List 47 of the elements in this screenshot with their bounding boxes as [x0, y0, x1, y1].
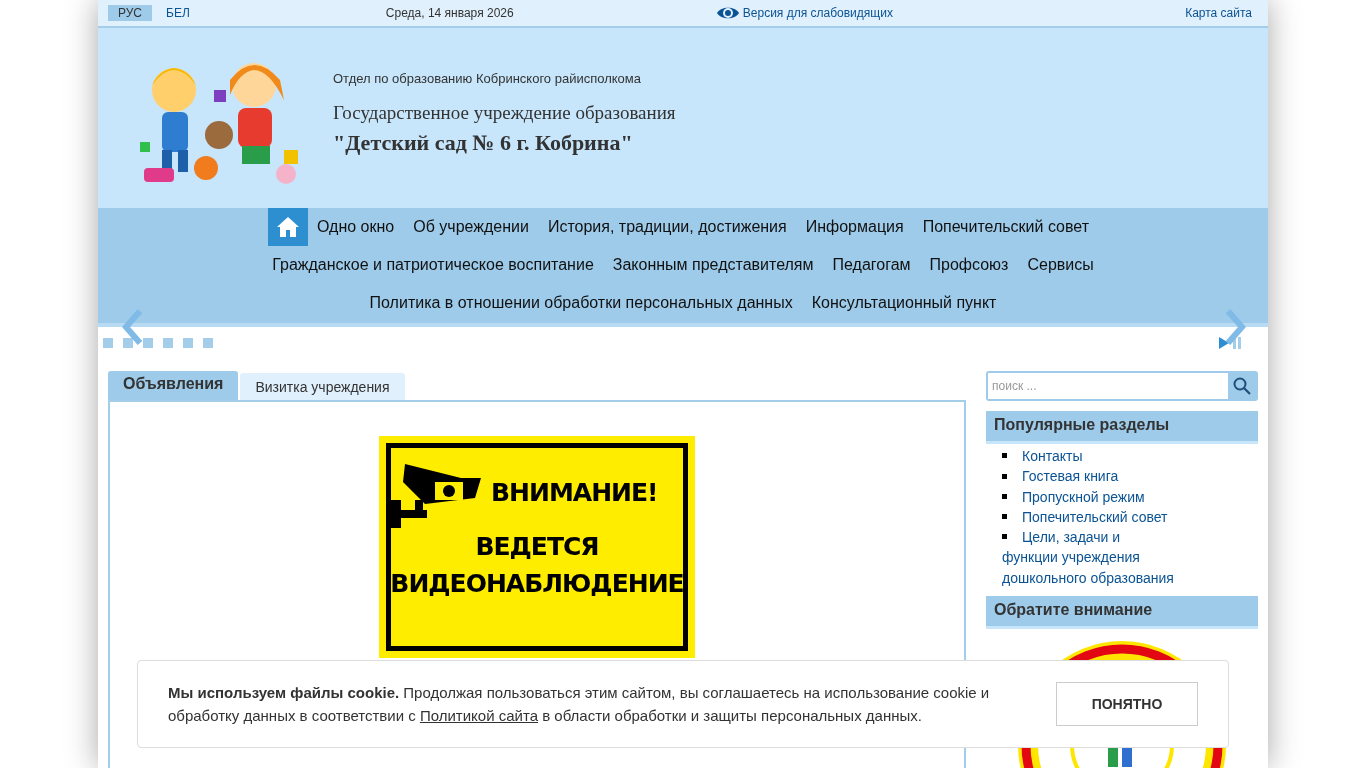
popular-section-link[interactable]: Гостевая книга: [1002, 466, 1178, 487]
nav-menu-item[interactable]: Педагогам: [823, 246, 921, 284]
sign-text: ВЕДЕТСЯ: [475, 532, 599, 561]
nav-menu-item[interactable]: Профсоюз: [920, 246, 1018, 284]
department-subtitle: Отдел по образованию Кобринского райисполкома: [333, 70, 642, 86]
nav-menu-item[interactable]: История, традиции, достижения: [538, 208, 797, 246]
nav-menu-item[interactable]: Сервисы: [1017, 246, 1104, 284]
home-icon: [275, 216, 300, 238]
language-link[interactable]: БЕЛ: [156, 5, 200, 21]
section-heading: Обратите внимание: [986, 596, 1258, 630]
bullet-icon: [1002, 493, 1007, 499]
bullet-icon: [1002, 514, 1007, 520]
tab[interactable]: Объявления: [108, 371, 239, 400]
language-link[interactable]: РУС: [108, 5, 153, 21]
popular-section-link[interactable]: Пропускной режим: [1002, 486, 1178, 507]
accessibility-link[interactable]: Версия для слабовидящих: [715, 5, 893, 21]
home-button[interactable]: [267, 208, 308, 246]
bullet-icon: [1002, 534, 1007, 540]
current-date: Среда, 14 января 2026: [385, 6, 515, 20]
nav-menu-item[interactable]: Попечительский совет: [913, 208, 1099, 246]
search-icon: [1233, 377, 1251, 395]
section-heading: Популярные разделы: [986, 411, 1258, 444]
nav-menu-item[interactable]: Консультационный пункт: [802, 284, 1006, 322]
sitemap-link[interactable]: Карта сайта: [1185, 6, 1252, 20]
organization-type: Государственное учреждение образования: [333, 101, 676, 124]
eye-icon: [715, 5, 740, 21]
site-policy-link[interactable]: Политикой сайта: [419, 707, 538, 724]
pause-icon[interactable]: [1233, 337, 1241, 349]
search-field[interactable]: поиск ...: [986, 371, 1258, 401]
play-icon[interactable]: [1219, 337, 1229, 349]
popular-section-link[interactable]: Цели, задачи и функции учреждения дошкольного образования: [1002, 527, 1178, 589]
organization-name: "Детский сад № 6 г. Кобрина": [333, 129, 634, 156]
sign-text: ВИДЕОНАБЛЮДЕНИЕ: [390, 569, 684, 598]
nav-menu-item[interactable]: Законным представителям: [603, 246, 823, 284]
bullet-icon: [1002, 453, 1007, 459]
popular-section-link[interactable]: Попечительский совет: [1002, 506, 1178, 528]
sign-heading: ВНИМАНИЕ!: [491, 477, 658, 507]
nav-menu-item[interactable]: Гражданское и патриотическое воспитание: [262, 246, 604, 284]
accept-cookies-button[interactable]: ПОНЯТНО: [1056, 682, 1198, 726]
nav-menu-item[interactable]: Об учреждении: [403, 208, 539, 246]
tab[interactable]: Визитка учреждения: [240, 373, 405, 400]
nav-menu-item[interactable]: Информация: [796, 208, 914, 246]
nav-menu-item[interactable]: Политика в отношении обработки персональных данных: [360, 284, 803, 322]
popular-section-link[interactable]: Контакты: [1002, 446, 1178, 467]
nav-menu-item[interactable]: Одно окно: [307, 208, 404, 246]
bullet-icon: [1002, 473, 1007, 479]
cookie-notice-text: Мы используем файлы cookie. Продолжая пользоваться этим сайтом, вы соглашаетесь на использование cookie и обработку данных в соответствии с Политикой сайта в области обработки и защиты персональных данных.: [168, 683, 991, 726]
